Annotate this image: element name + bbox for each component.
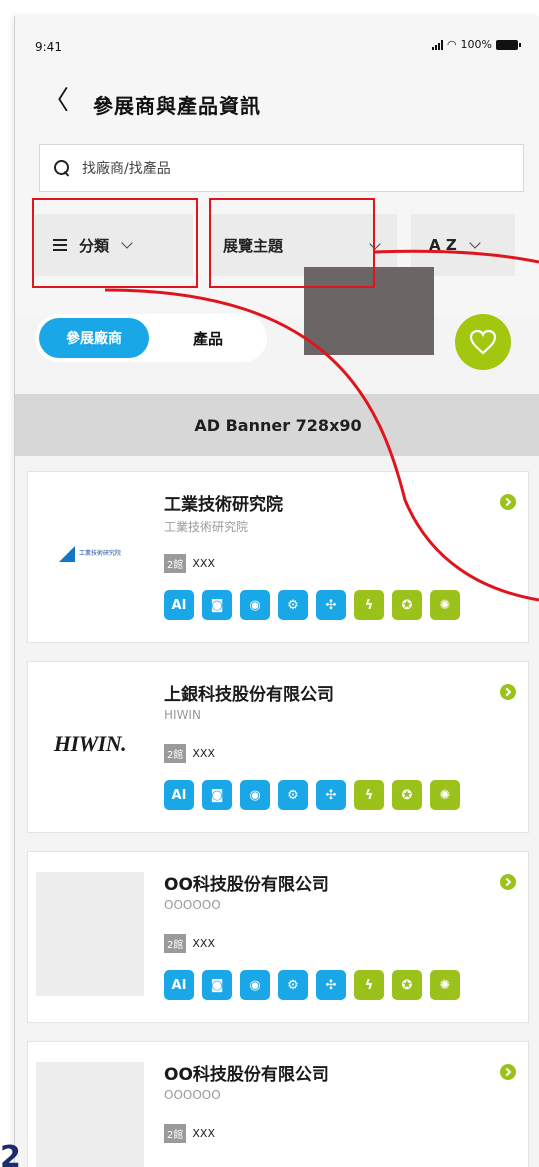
screenshot-frame: 9:41 ◠ 100% 〈 參展商與產品資訊 找廠商/找產品 分類 展覽主題 A… xyxy=(0,0,539,1167)
annotation-line-theme xyxy=(374,249,539,264)
corner-label: 2 xyxy=(0,1140,21,1167)
annotation-line-category xyxy=(104,288,539,602)
annotation-arrows xyxy=(104,249,539,602)
